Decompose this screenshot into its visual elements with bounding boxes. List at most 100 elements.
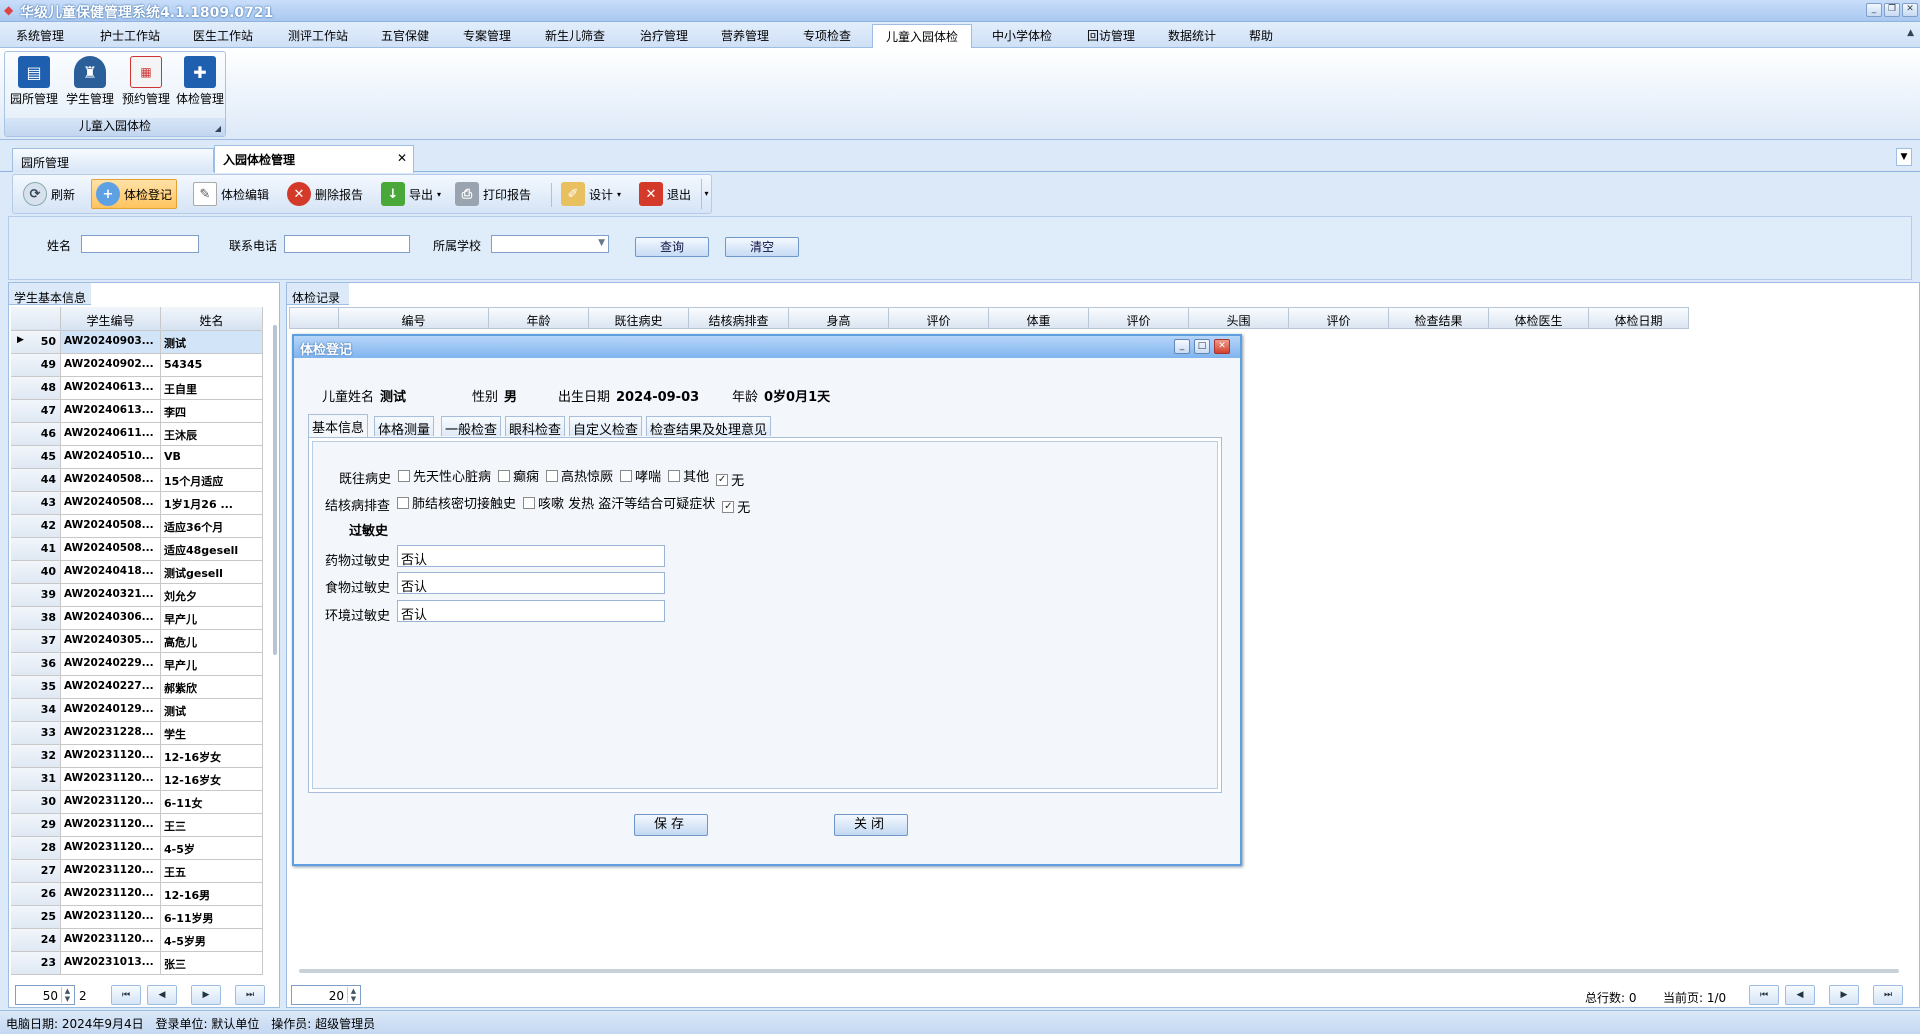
student-id-cell[interactable]: AW20240306... [61, 607, 161, 629]
row-number[interactable]: 42 [11, 515, 61, 537]
student-id-cell[interactable]: AW20231120... [61, 814, 161, 836]
student-id-cell[interactable]: AW20240227... [61, 676, 161, 698]
table-row[interactable]: 28 AW20231120... 4-5岁 [11, 837, 263, 860]
student-id-cell[interactable]: AW20240613... [61, 400, 161, 422]
option-checkbox[interactable]: 肺结核密切接触史 [390, 493, 516, 512]
menu-statistics[interactable]: 数据统计 [1168, 27, 1216, 44]
menu-school-exam[interactable]: 中小学体检 [992, 27, 1052, 44]
table-row[interactable]: 49 AW20240902... 54345 [11, 354, 263, 377]
student-id-cell[interactable]: AW20240903... [61, 331, 161, 353]
table-row[interactable]: 31 AW20231120... 12-16岁女 [11, 768, 263, 791]
student-id-cell[interactable]: AW20231120... [61, 906, 161, 928]
student-id-cell[interactable]: AW20231120... [61, 837, 161, 859]
student-id-cell[interactable]: AW20240508... [61, 515, 161, 537]
group-expand-icon[interactable]: ◢ [215, 124, 221, 133]
student-id-cell[interactable]: AW20231120... [61, 768, 161, 790]
student-name-cell[interactable]: 李四 [161, 400, 263, 422]
tab-basic-info[interactable]: 基本信息 [308, 414, 369, 437]
row-number[interactable]: 26 [11, 883, 61, 905]
option-checkbox[interactable]: 高热惊厥 [539, 466, 613, 485]
dialog-title-bar[interactable]: 体检登记 [294, 336, 1240, 358]
table-row[interactable]: 30 AW20231120... 6-11女 [11, 791, 263, 814]
student-name-cell[interactable]: 15个月适应 [161, 469, 263, 491]
exam-register-button[interactable]: + 体检登记 [91, 179, 178, 209]
student-id-cell[interactable]: AW20240508... [61, 492, 161, 514]
student-name-cell[interactable]: 王五 [161, 860, 263, 882]
student-id-cell[interactable]: AW20231120... [61, 745, 161, 767]
column-height-eval[interactable]: 评价 [889, 307, 989, 329]
row-number[interactable]: 35 [11, 676, 61, 698]
row-number[interactable]: 46 [11, 423, 61, 445]
first-page-button[interactable]: ⏮ [1749, 985, 1779, 1005]
student-id-cell[interactable]: AW20240129... [61, 699, 161, 721]
menu-nurse-station[interactable]: 护士工作站 [100, 27, 160, 44]
restore-icon[interactable]: ❐ [1884, 3, 1900, 17]
option-checkbox[interactable]: ✓ 无 [709, 470, 744, 489]
food-allergy-input[interactable]: 否认 [397, 572, 665, 595]
student-id-cell[interactable]: AW20240510... [61, 446, 161, 468]
table-row[interactable]: 48 AW20240613... 王自里 [11, 377, 263, 400]
row-number[interactable]: ▶ 50 [11, 331, 61, 353]
student-name-cell[interactable]: 4-5岁 [161, 837, 263, 859]
student-management-button[interactable]: ♜ 学生管理 [63, 52, 117, 112]
column-exam-doctor[interactable]: 体检医生 [1489, 307, 1589, 329]
table-row[interactable]: 27 AW20231120... 王五 [11, 860, 263, 883]
student-id-cell[interactable]: AW20240229... [61, 653, 161, 675]
spin-arrows-icon[interactable]: ▲ ▼ [61, 987, 73, 1003]
exam-management-button[interactable]: ✚ 体检管理 [173, 52, 227, 112]
student-name-cell[interactable]: 测试 [161, 699, 263, 721]
table-row[interactable]: 24 AW20231120... 4-5岁男 [11, 929, 263, 952]
checkbox-checked-icon[interactable]: ✓ [722, 500, 735, 513]
env-allergy-input[interactable]: 否认 [397, 600, 665, 623]
student-name-cell[interactable]: 王三 [161, 814, 263, 836]
student-id-cell[interactable]: AW20240508... [61, 538, 161, 560]
option-checkbox[interactable]: 其他 [661, 466, 709, 485]
toolbar-overflow-icon[interactable]: ▾ [701, 179, 711, 209]
table-row[interactable]: 47 AW20240613... 李四 [11, 400, 263, 423]
student-name-cell[interactable]: 高危儿 [161, 630, 263, 652]
table-row[interactable]: 40 AW20240418... 测试gesell [11, 561, 263, 584]
column-tb-screening[interactable]: 结核病排查 [689, 307, 789, 329]
design-button[interactable]: ✐ 设计 ▾ [557, 179, 625, 209]
menu-assessment-station[interactable]: 测评工作站 [288, 27, 348, 44]
table-row[interactable]: 36 AW20240229... 早产儿 [11, 653, 263, 676]
dialog-maximize-icon[interactable]: □ [1194, 339, 1210, 354]
student-name-cell[interactable]: 测试 [161, 331, 263, 353]
column-head-circ[interactable]: 头围 [1189, 307, 1289, 329]
student-id-cell[interactable]: AW20240508... [61, 469, 161, 491]
drug-allergy-input[interactable]: 否认 [397, 545, 665, 568]
previous-page-button[interactable]: ◀ [1785, 985, 1815, 1005]
menu-follow-up[interactable]: 回访管理 [1087, 27, 1135, 44]
name-input[interactable] [81, 235, 199, 253]
table-row[interactable]: 43 AW20240508... 1岁1月26 ... [11, 492, 263, 515]
exit-button[interactable]: ✕ 退出 [635, 179, 695, 209]
checkbox-icon[interactable] [523, 496, 536, 509]
tab-general-exam[interactable]: 一般检查 [441, 416, 502, 438]
table-row[interactable]: 33 AW20231228... 学生 [11, 722, 263, 745]
column-medical-history[interactable]: 既往病史 [589, 307, 689, 329]
minimize-icon[interactable]: _ [1866, 3, 1882, 17]
table-row[interactable]: 29 AW20231120... 王三 [11, 814, 263, 837]
checkbox-icon[interactable] [546, 469, 559, 482]
tab-list-dropdown-icon[interactable]: ▼ [1896, 148, 1912, 166]
table-row[interactable]: 25 AW20231120... 6-11岁男 [11, 906, 263, 929]
checkbox-icon[interactable] [668, 469, 681, 482]
kindergarten-management-button[interactable]: ▤ 园所管理 [7, 52, 61, 112]
save-button[interactable]: 保存 [634, 814, 708, 836]
record-page-size-stepper[interactable]: 20 ▲ ▼ [291, 985, 361, 1005]
scrollbar-thumb[interactable] [273, 325, 277, 655]
ribbon-minimize-icon[interactable]: ▲ [1907, 28, 1914, 38]
close-tab-icon[interactable]: ✕ [397, 151, 407, 165]
student-id-cell[interactable]: AW20240321... [61, 584, 161, 606]
student-name-cell[interactable]: 测试gesell [161, 561, 263, 583]
dialog-minimize-icon[interactable]: _ [1174, 339, 1190, 354]
row-number[interactable]: 39 [11, 584, 61, 606]
student-id-cell[interactable]: AW20240902... [61, 354, 161, 376]
row-number[interactable]: 24 [11, 929, 61, 951]
menu-nutrition[interactable]: 营养管理 [721, 27, 769, 44]
design-dropdown-icon[interactable]: ▾ [617, 190, 621, 199]
table-row[interactable]: 34 AW20240129... 测试 [11, 699, 263, 722]
student-name-cell[interactable]: 6-11女 [161, 791, 263, 813]
student-name-cell[interactable]: 王沐辰 [161, 423, 263, 445]
table-row[interactable]: 42 AW20240508... 适应36个月 [11, 515, 263, 538]
